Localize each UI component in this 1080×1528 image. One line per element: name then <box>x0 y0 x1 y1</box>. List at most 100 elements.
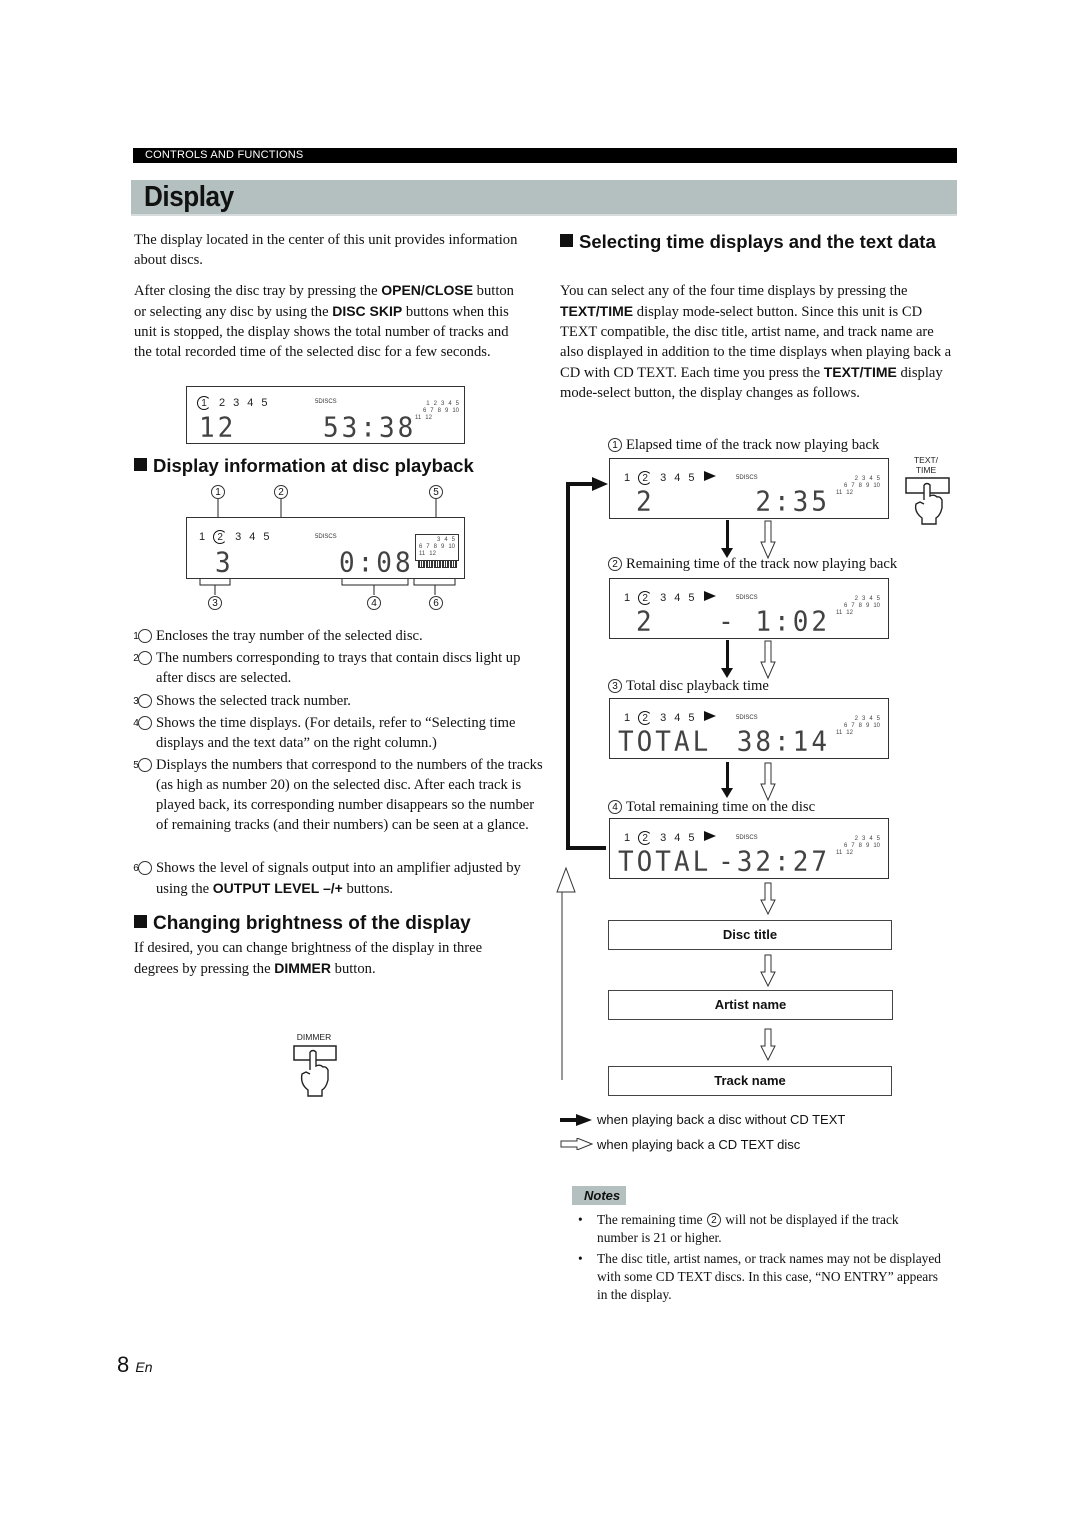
play-icon <box>704 471 716 481</box>
outline-arrow-down-icon <box>760 640 776 680</box>
level-meter-segment <box>450 560 457 568</box>
dimmer-button-label: DIMMER <box>296 1032 332 1042</box>
track-readout: 3 <box>215 547 234 579</box>
selected-tray: 2 <box>213 530 228 544</box>
mode-caption-1: 1 Elapsed time of the track now playing b… <box>608 436 879 454</box>
output-level-button-ref: OUTPUT LEVEL –/+ <box>212 880 343 896</box>
note-item-1: The remaining time 2 will not be display… <box>572 1211 942 1247</box>
outline-arrow-down-icon <box>760 520 776 560</box>
square-bullet-icon <box>134 915 147 928</box>
discs-label: 5DISCS <box>736 595 758 601</box>
time-readout: -32:27 <box>718 846 830 878</box>
text-time-button-label: TEXT/TIME <box>913 455 939 475</box>
discs-label: 5DISCS <box>736 475 758 481</box>
level-meter <box>418 560 457 568</box>
solid-arrow-down-icon <box>721 520 733 558</box>
mode-disc-title: Disc title <box>608 920 892 950</box>
dimmer-button-icon[interactable] <box>290 1044 340 1100</box>
lcd-mode-2: 12345 5DISCS 2345 6 7 8 9 10 11 12 2 - 1:02 <box>609 578 889 639</box>
section-label: CONTROLS AND FUNCTIONS <box>145 149 304 161</box>
language-code: En <box>135 1359 153 1375</box>
outline-arrow-down-icon <box>760 954 776 988</box>
left-readout: TOTAL <box>618 726 712 758</box>
track-number-grid: 2345 6 7 8 9 10 11 12 <box>836 716 880 736</box>
intro-paragraph-2: After closing the disc tray by pressing … <box>134 282 514 360</box>
brightness-paragraph: If desired, you can change brightness of… <box>134 940 483 977</box>
page-title-bar: Display <box>131 180 957 216</box>
play-icon <box>704 591 716 601</box>
selected-tray: 2 <box>638 471 653 485</box>
left-readout: 2 <box>636 606 655 638</box>
discs-label: 5DISCS <box>315 399 337 405</box>
level-meter-segment <box>442 560 449 568</box>
solid-arrow-icon <box>560 1114 592 1126</box>
mode-caption-3: 3 Total disc playback time <box>608 677 769 695</box>
playback-item-1: 1 Encloses the tray number of the selecte… <box>133 628 423 644</box>
tray-indicators: 12345 <box>624 471 695 485</box>
open-close-button-ref: OPEN/CLOSE <box>381 282 474 298</box>
playback-item-2: 2 The numbers corresponding to trays that… <box>133 650 521 686</box>
playback-item-4: 4 Shows the time displays. (For details, … <box>133 715 516 751</box>
tray-indicators: 12345 <box>199 530 270 544</box>
selecting-paragraph: You can select any of the four time disp… <box>560 283 952 401</box>
lcd-playback: 12345 5DISCS 345 6 7 8 9 10 11 12 3 0:08 <box>186 517 465 579</box>
outline-arrow-down-icon <box>760 1028 776 1062</box>
heading-selecting-time-displays: Selecting time displays and the text dat… <box>560 230 960 254</box>
lcd-stopped: 12345 5DISCS 12345 6 7 8 9 10 11 12 12 53:38 <box>186 386 465 444</box>
playback-item-6: 6 Shows the level of signals output into … <box>133 860 521 897</box>
lcd-mode-1: 12345 5DISCS 2345 6 7 8 9 10 11 12 2 2:35 <box>609 458 889 519</box>
track-number-grid: 2345 6 7 8 9 10 11 12 <box>836 836 880 856</box>
playback-item-3: 3 Shows the selected track number. <box>133 693 351 709</box>
tray-indicators: 12345 <box>197 396 276 410</box>
selected-tray: 2 <box>638 711 653 725</box>
square-bullet-icon <box>560 234 573 247</box>
track-number-grid: 2345 6 7 8 9 10 11 12 <box>836 476 880 496</box>
time-readout: 2:35 <box>755 486 830 518</box>
discs-label: 5DISCS <box>736 835 758 841</box>
page-title: Display <box>144 181 234 213</box>
play-icon <box>704 831 716 841</box>
notes-label: Notes <box>572 1186 626 1205</box>
left-readout: 2 <box>636 486 655 518</box>
page-number: 8 En <box>117 1352 153 1377</box>
time-readout: 38:14 <box>736 726 830 758</box>
mode-loop-arrows <box>556 477 608 1080</box>
mode-track-name: Track name <box>608 1066 892 1096</box>
heading-display-information: Display information at disc playback <box>134 454 474 478</box>
selected-tray: 2 <box>638 591 653 605</box>
solid-arrow-down-icon <box>721 640 733 678</box>
text-time-button-ref: TEXT/TIME <box>823 364 897 380</box>
section-label-bar: CONTROLS AND FUNCTIONS <box>133 148 957 163</box>
time-readout: 0:08 <box>339 547 414 579</box>
track-count-readout: 12 <box>199 412 237 444</box>
mode-caption-2: 2 Remaining time of the track now playing… <box>608 555 897 573</box>
lcd-mode-3: 12345 5DISCS 2345 6 7 8 9 10 11 12 TOTAL 38:1… <box>609 698 889 759</box>
mode-artist-name: Artist name <box>608 990 893 1020</box>
outline-arrow-down-icon <box>760 762 776 802</box>
selected-tray: 2 <box>638 831 653 845</box>
outline-arrow-icon <box>560 1138 594 1150</box>
square-bullet-icon <box>134 458 147 471</box>
level-meter-segment <box>426 560 433 568</box>
discs-label: 5DISCS <box>736 715 758 721</box>
intro-paragraph-1: The display located in the center of thi… <box>134 232 518 268</box>
level-meter-segment <box>434 560 441 568</box>
dimmer-button-ref: DIMMER <box>274 960 332 976</box>
track-number-grid: 345 6 7 8 9 10 11 12 <box>415 534 459 561</box>
level-meter-segment <box>418 560 425 568</box>
lcd-mode-4: 12345 5DISCS 2345 6 7 8 9 10 11 12 TOTAL -32:… <box>609 818 889 879</box>
legend-outline-text: when playing back a CD TEXT disc <box>597 1137 801 1152</box>
playback-item-5: 5 Displays the numbers that correspond to… <box>133 757 543 833</box>
tray-indicators: 12345 <box>624 711 695 725</box>
outline-arrow-down-icon <box>760 882 776 916</box>
tray-indicators: 12345 <box>624 591 695 605</box>
selected-tray: 1 <box>197 396 211 410</box>
text-time-button-icon[interactable] <box>904 476 952 526</box>
heading-changing-brightness: Changing brightness of the display <box>134 912 471 936</box>
left-readout: TOTAL <box>618 846 712 878</box>
solid-arrow-down-icon <box>721 762 733 798</box>
track-number-grid: 2345 6 7 8 9 10 11 12 <box>836 596 880 616</box>
mode-caption-4: 4 Total remaining time on the disc <box>608 798 815 816</box>
note-item-2: The disc title, artist names, or track n… <box>572 1250 942 1304</box>
play-icon <box>704 711 716 721</box>
